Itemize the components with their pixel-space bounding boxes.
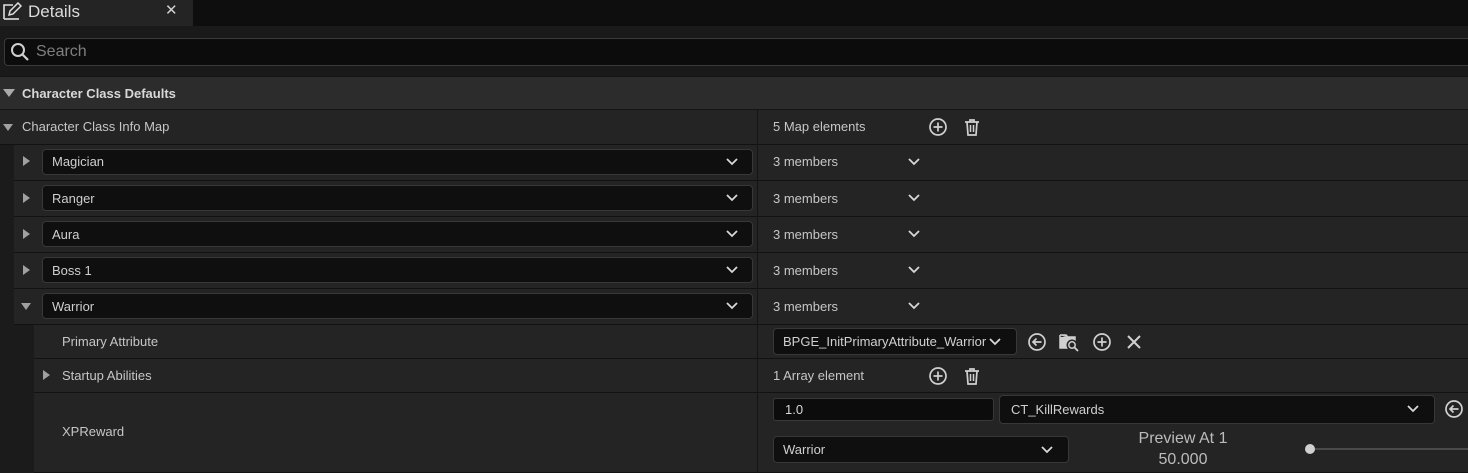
close-icon[interactable]: ✕ (165, 1, 178, 21)
add-icon[interactable] (1092, 332, 1112, 352)
preview-label: Preview At 1 (1138, 430, 1228, 447)
column-divider[interactable] (757, 359, 758, 393)
use-selected-asset-icon[interactable] (1027, 332, 1047, 352)
map-value-summary: 3 members (773, 299, 839, 314)
preview-slider-track[interactable] (1310, 448, 1468, 450)
indent-guide (0, 253, 14, 289)
map-value-summary: 3 members (773, 227, 839, 242)
column-divider[interactable] (757, 217, 758, 253)
expand-arrow-icon[interactable] (23, 156, 30, 166)
chevron-down-icon[interactable] (1406, 402, 1420, 416)
collapse-arrow-icon[interactable] (3, 89, 15, 97)
indent-guide (0, 217, 14, 253)
chevron-down-icon[interactable] (1040, 443, 1054, 457)
expand-arrow-icon[interactable] (23, 229, 30, 239)
indent-guide (0, 145, 14, 181)
column-divider[interactable] (757, 289, 758, 325)
indent-guide (0, 289, 14, 325)
map-value-summary: 3 members (773, 191, 839, 206)
map-key-value: Warrior (52, 299, 95, 314)
column-divider[interactable] (757, 253, 758, 289)
xp-reward-value-field[interactable] (773, 398, 994, 421)
map-key-value: Ranger (52, 191, 95, 206)
map-key-value: Magician (52, 154, 105, 169)
map-property-row (0, 110, 1468, 145)
add-element-icon[interactable] (928, 366, 948, 386)
map-key-dropdown[interactable] (42, 257, 753, 283)
row-name-value: Warrior (783, 442, 826, 457)
map-key-dropdown[interactable] (42, 149, 753, 175)
trash-icon[interactable] (962, 117, 982, 137)
expand-arrow-icon[interactable] (21, 303, 31, 310)
search-input[interactable] (36, 40, 636, 64)
chevron-down-icon[interactable] (725, 263, 739, 277)
preview-value: 50.000 (1158, 451, 1208, 468)
curve-table-value: CT_KillRewards (1011, 402, 1105, 417)
indent-guide (0, 325, 34, 359)
column-divider[interactable] (757, 181, 758, 217)
chevron-down-icon[interactable] (725, 299, 739, 313)
clear-icon[interactable] (1124, 332, 1144, 352)
tab-bar (0, 0, 1468, 26)
startup-abilities-label: Startup Abilities (62, 368, 152, 383)
map-key-dropdown[interactable] (42, 293, 753, 319)
chevron-down-icon[interactable] (907, 263, 921, 277)
map-key-value: Boss 1 (52, 263, 92, 278)
add-element-icon[interactable] (928, 117, 948, 137)
chevron-down-icon[interactable] (725, 155, 739, 169)
property-row (0, 325, 1468, 359)
expand-arrow-icon[interactable] (23, 193, 30, 203)
column-divider[interactable] (757, 145, 758, 181)
indent-guide (0, 181, 14, 217)
chevron-down-icon[interactable] (725, 191, 739, 205)
browse-asset-icon[interactable] (1059, 332, 1079, 352)
chevron-down-icon[interactable] (988, 335, 1002, 349)
category-title: Character Class Defaults (22, 86, 176, 101)
indent-guide (0, 359, 34, 393)
xp-reward-label: XPReward (62, 424, 125, 439)
chevron-down-icon[interactable] (725, 227, 739, 241)
primary-attribute-value: BPGE_InitPrimaryAttribute_Warrior (783, 334, 987, 349)
chevron-down-icon[interactable] (907, 155, 921, 169)
xp-reward-value: 1.0 (785, 402, 804, 417)
expand-arrow-icon[interactable] (23, 265, 30, 275)
map-key-value: Aura (52, 227, 80, 242)
tab-title: Details (28, 2, 80, 21)
chevron-down-icon[interactable] (907, 227, 921, 241)
chevron-down-icon[interactable] (907, 299, 921, 313)
search-icon (11, 43, 29, 61)
map-key-dropdown[interactable] (42, 185, 753, 211)
indent-guide (0, 393, 34, 473)
map-element-count: 5 Map elements (773, 119, 866, 134)
map-value-summary: 3 members (773, 154, 839, 169)
chevron-down-icon[interactable] (907, 191, 921, 205)
category-header[interactable] (0, 77, 1468, 110)
column-divider[interactable] (757, 393, 758, 473)
map-value-summary: 3 members (773, 263, 839, 278)
preview-slider-handle[interactable] (1305, 444, 1315, 454)
property-row (0, 359, 1468, 393)
pencil-document-icon (3, 2, 22, 20)
trash-icon[interactable] (962, 366, 982, 386)
use-selected-asset-icon[interactable] (1444, 399, 1464, 419)
expand-arrow-icon[interactable] (43, 370, 50, 380)
map-property-label: Character Class Info Map (22, 119, 170, 134)
column-divider[interactable] (757, 325, 758, 359)
expand-arrow-icon[interactable] (3, 124, 13, 131)
array-element-count: 1 Array element (773, 368, 865, 383)
primary-attribute-label: Primary Attribute (62, 334, 159, 349)
map-key-dropdown[interactable] (42, 221, 753, 247)
column-divider[interactable] (757, 110, 758, 145)
